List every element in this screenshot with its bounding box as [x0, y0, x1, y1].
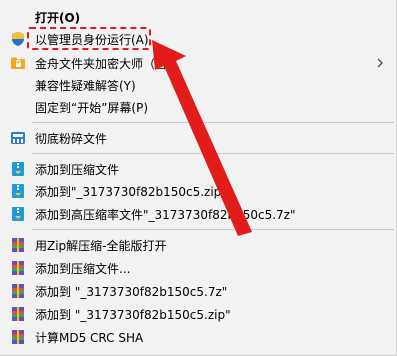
menu-item-label: 固定到“开始”屏幕(P) [35, 100, 149, 115]
zip-file-icon [10, 183, 26, 199]
menu-item-pin-start[interactable]: 固定到“开始”屏幕(P) [0, 96, 396, 118]
menu-item-label: 兼容性疑难解答(Y) [35, 78, 136, 93]
zip-file-icon [10, 161, 26, 177]
menu-item-label: 添加到高压缩率文件"_3173730f82b150c5.7z" [35, 207, 296, 222]
menu-item-label: 添加到"_3173730f82b150c5.zip" [35, 184, 227, 199]
menu-item-add-to-archive[interactable]: 添加到压缩文件 [0, 158, 396, 180]
archive-app-icon [10, 283, 26, 299]
context-menu: 打开(O) 以管理员身份运行(A) 金舟文件夹加密大师（官 兼容性疑难解答(Y)… [0, 0, 397, 356]
uac-shield-icon [10, 31, 26, 47]
menu-item-compat-troubleshoot[interactable]: 兼容性疑难解答(Y) [0, 74, 396, 96]
archive-app-icon [10, 329, 26, 345]
menu-item-open-with-zip[interactable]: 用Zip解压缩-全能版打开 [0, 234, 396, 256]
menu-separator [32, 122, 394, 123]
menu-item-add-to-archive-dialog[interactable]: 添加到压缩文件... [0, 257, 396, 279]
archive-app-icon [10, 306, 26, 322]
menu-item-label: 添加到压缩文件 [35, 162, 120, 177]
menu-item-open[interactable]: 打开(O) [0, 6, 396, 28]
archive-app-icon [10, 237, 26, 253]
archive-app-icon [10, 260, 26, 276]
menu-item-add-to-7z-high[interactable]: 添加到高压缩率文件"_3173730f82b150c5.7z" [0, 203, 396, 225]
zip-file-icon [10, 206, 26, 222]
annotation-highlight-box [27, 27, 151, 50]
folder-lock-icon [10, 55, 26, 71]
menu-item-add-to-zip[interactable]: 添加到"_3173730f82b150c5.zip" [0, 180, 396, 202]
menu-item-label: 添加到 "_3173730f82b150c5.7z" [35, 284, 228, 299]
menu-item-add-to-7z[interactable]: 添加到 "_3173730f82b150c5.7z" [0, 280, 396, 302]
menu-separator [32, 229, 394, 230]
menu-item-label: 用Zip解压缩-全能版打开 [35, 238, 167, 253]
menu-separator [32, 153, 394, 154]
menu-item-label: 计算MD5 CRC SHA [35, 330, 144, 345]
menu-item-label: 彻底粉碎文件 [35, 131, 108, 146]
menu-item-label: 打开(O) [35, 10, 81, 25]
menu-item-label: 金舟文件夹加密大师（官 [35, 56, 168, 71]
shredder-icon [10, 130, 26, 146]
menu-item-label: 添加到 "_3173730f82b150c5.zip" [35, 307, 231, 322]
submenu-chevron-icon [376, 56, 384, 70]
menu-item-shred-file[interactable]: 彻底粉碎文件 [0, 127, 396, 149]
menu-item-add-to-zip-2[interactable]: 添加到 "_3173730f82b150c5.zip" [0, 303, 396, 325]
menu-item-label: 添加到压缩文件... [35, 261, 131, 276]
menu-item-compute-hash[interactable]: 计算MD5 CRC SHA [0, 326, 396, 348]
menu-item-jinzhou-encrypt[interactable]: 金舟文件夹加密大师（官 [0, 52, 396, 74]
